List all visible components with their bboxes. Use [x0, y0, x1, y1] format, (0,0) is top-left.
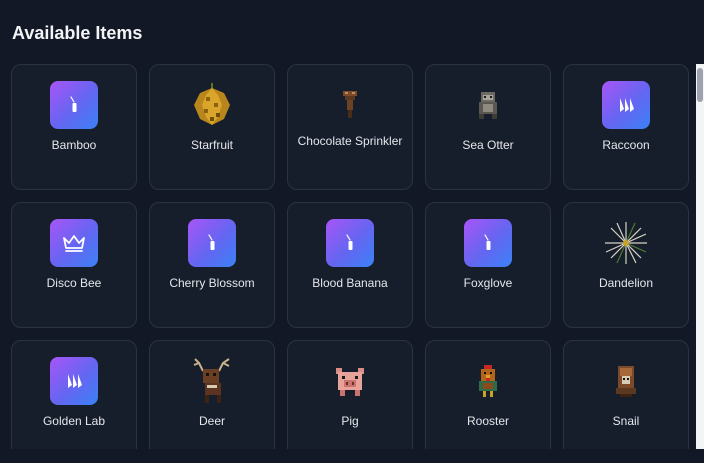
rooster-icon — [464, 357, 512, 405]
item-label: Blood Banana — [312, 276, 388, 290]
bamboo-thumb — [50, 81, 98, 129]
item-label: Foxglove — [463, 276, 513, 290]
items-scroll-area[interactable]: Bamboo Starfruit Chocolate Sprinkler Sea… — [0, 64, 696, 449]
vertical-scrollbar[interactable] — [696, 64, 704, 449]
bottle-icon — [464, 219, 512, 267]
item-label: Disco Bee — [46, 276, 102, 290]
chocolate-sprinkler-icon — [326, 81, 374, 129]
item-card-golden-lab[interactable]: Golden Lab — [11, 340, 137, 449]
item-label: Pig — [341, 414, 359, 428]
bottle-icon — [326, 219, 374, 267]
sea-otter-icon — [464, 81, 512, 129]
item-card-blood-banana[interactable]: Blood Banana — [287, 202, 413, 328]
item-label: Bamboo — [51, 138, 97, 152]
item-label: Deer — [198, 414, 225, 428]
bottle-icon — [50, 81, 98, 129]
crown-icon — [50, 219, 98, 267]
item-label: Snail — [612, 414, 640, 428]
item-card-sea-otter[interactable]: Sea Otter — [425, 64, 551, 190]
pig-icon — [326, 357, 374, 405]
cherry-blossom-thumb — [188, 219, 236, 267]
item-label: Dandelion — [598, 276, 654, 290]
starfruit-icon — [188, 81, 236, 129]
item-card-bamboo[interactable]: Bamboo — [11, 64, 137, 190]
item-card-deer[interactable]: Deer — [149, 340, 275, 449]
item-card-foxglove[interactable]: Foxglove — [425, 202, 551, 328]
page-title: Available Items — [12, 23, 143, 43]
item-card-snail[interactable]: Snail — [563, 340, 689, 449]
bottom-edge — [0, 449, 704, 463]
item-card-pig[interactable]: Pig — [287, 340, 413, 449]
item-label: Starfruit — [190, 138, 233, 152]
available-items-page: Available Items Bamboo Starfruit Chocola… — [0, 0, 704, 463]
item-label: Chocolate Sprinkler — [297, 134, 403, 148]
item-card-raccoon[interactable]: Raccoon — [563, 64, 689, 190]
foxglove-thumb — [464, 219, 512, 267]
snail-icon — [602, 357, 650, 405]
item-label: Cherry Blossom — [169, 276, 255, 290]
blood-banana-thumb — [326, 219, 374, 267]
raccoon-tally-icon — [602, 81, 650, 129]
item-card-chocolate-sprinkler[interactable]: Chocolate Sprinkler — [287, 64, 413, 190]
golden-lab-tally-icon — [50, 357, 98, 405]
raccoon-thumb — [602, 81, 650, 129]
item-label: Sea Otter — [462, 138, 514, 152]
item-label: Golden Lab — [42, 414, 106, 428]
deer-icon — [188, 357, 236, 405]
item-card-starfruit[interactable]: Starfruit — [149, 64, 275, 190]
dandelion-icon — [602, 219, 650, 267]
item-card-dandelion[interactable]: Dandelion — [563, 202, 689, 328]
item-label: Rooster — [466, 414, 510, 428]
item-label: Raccoon — [602, 138, 650, 152]
item-card-rooster[interactable]: Rooster — [425, 340, 551, 449]
golden-lab-thumb — [50, 357, 98, 405]
item-card-cherry-blossom[interactable]: Cherry Blossom — [149, 202, 275, 328]
scrollbar-thumb[interactable] — [697, 68, 703, 102]
items-grid: Bamboo Starfruit Chocolate Sprinkler Sea… — [11, 64, 689, 449]
item-card-disco-bee[interactable]: Disco Bee — [11, 202, 137, 328]
bottle-icon — [188, 219, 236, 267]
disco-bee-thumb — [50, 219, 98, 267]
